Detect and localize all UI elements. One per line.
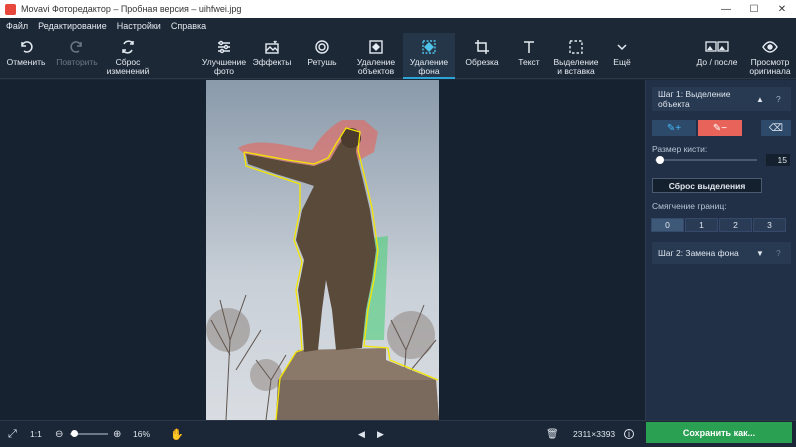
- edge-option-2[interactable]: 2: [719, 218, 752, 232]
- edge-option-3[interactable]: 3: [753, 218, 786, 232]
- undo-icon: [21, 41, 33, 53]
- photo-canvas[interactable]: [206, 80, 439, 420]
- brush-size-label: Размер кисти:: [652, 144, 708, 154]
- brush-minus-icon: ✎−: [712, 122, 728, 134]
- object-removal-label: Удаление объектов: [356, 57, 396, 76]
- title-bar: Movavi Фоторедактор – Пробная версия – u…: [0, 0, 796, 18]
- brush-size-input[interactable]: 15: [766, 154, 790, 166]
- zoom-out-icon[interactable]: ⊖: [55, 429, 63, 440]
- redo-button[interactable]: Повторить: [53, 33, 101, 79]
- edge-option-0[interactable]: 0: [651, 218, 684, 232]
- info-icon[interactable]: i: [624, 429, 634, 439]
- toolbar: Отменить Повторить Сброс изменений Улучш…: [0, 33, 796, 79]
- menu-edit[interactable]: Редактирование: [38, 21, 107, 31]
- redo-label: Повторить: [56, 57, 98, 67]
- menu-help[interactable]: Справка: [171, 21, 206, 31]
- crop-label: Обрезка: [465, 57, 499, 67]
- window-title: Movavi Фоторедактор – Пробная версия – u…: [21, 4, 242, 14]
- previous-image-icon[interactable]: ◀: [358, 429, 365, 440]
- reset-changes-button[interactable]: Сброс изменений: [103, 33, 153, 79]
- save-as-button[interactable]: Сохранить как...: [646, 422, 792, 443]
- minimize-icon: —: [721, 3, 731, 15]
- maximize-icon: ☐: [749, 3, 759, 15]
- chevron-down-icon: [617, 44, 627, 51]
- erase-brush-button[interactable]: ✎−: [698, 120, 742, 136]
- view-original-label: Просмотр оригинала: [749, 57, 791, 76]
- menu-file[interactable]: Файл: [6, 21, 28, 31]
- undo-label: Отменить: [6, 57, 46, 67]
- help-icon[interactable]: ?: [776, 248, 781, 258]
- retouch-label: Ретушь: [307, 57, 337, 67]
- selection-icon: [569, 40, 583, 54]
- reset-selection-button[interactable]: Сброс выделения: [652, 178, 762, 193]
- brush-size-slider[interactable]: [655, 159, 757, 161]
- eraser-button[interactable]: ⌫: [761, 120, 791, 136]
- undo-button[interactable]: Отменить: [4, 33, 48, 79]
- effects-icon: [265, 40, 279, 54]
- refresh-icon: [122, 40, 134, 54]
- keep-brush-button[interactable]: ✎+: [652, 120, 696, 136]
- background-removal-icon: [422, 40, 436, 54]
- text-button[interactable]: Текст: [507, 33, 551, 79]
- object-removal-button[interactable]: Удаление объектов: [350, 33, 402, 79]
- more-button[interactable]: Ещё: [604, 33, 640, 79]
- background-removal-button[interactable]: Удаление фона: [403, 33, 455, 79]
- step2-header[interactable]: Шаг 2: Замена фона ▼ ?: [652, 242, 791, 264]
- next-image-icon[interactable]: ▶: [377, 429, 384, 440]
- image-dimensions: 2311×3393: [573, 429, 616, 439]
- zoom-slider-thumb[interactable]: [70, 430, 78, 437]
- object-removal-icon: [369, 40, 383, 54]
- sliders-icon: [218, 40, 230, 54]
- actual-size-button[interactable]: 1:1: [30, 429, 42, 439]
- effects-label: Эффекты: [252, 57, 292, 67]
- text-label: Текст: [518, 57, 540, 67]
- app-logo-icon: [5, 3, 16, 15]
- expand-icon[interactable]: ▼: [756, 249, 764, 258]
- select-insert-button[interactable]: Выделение и вставка: [551, 33, 601, 79]
- retouch-button[interactable]: Ретушь: [300, 33, 344, 79]
- collapse-icon[interactable]: ▲: [756, 95, 764, 104]
- hand-tool-icon[interactable]: ✋: [170, 428, 184, 441]
- menu-settings[interactable]: Настройки: [117, 21, 161, 31]
- reset-changes-label: Сброс изменений: [106, 57, 150, 76]
- eye-icon: [762, 41, 778, 53]
- text-icon: [524, 41, 534, 53]
- brush-plus-icon: ✎+: [666, 122, 682, 134]
- crop-button[interactable]: Обрезка: [460, 33, 504, 79]
- crop-icon: [475, 40, 489, 54]
- enhance-photo-label: Улучшение фото: [201, 57, 247, 76]
- more-label: Ещё: [613, 57, 631, 67]
- fullscreen-icon[interactable]: ⤢: [8, 428, 17, 441]
- background-removal-label: Удаление фона: [409, 57, 449, 76]
- eraser-icon: ⌫: [768, 122, 784, 134]
- before-after-icon: [705, 41, 729, 52]
- close-icon: ✕: [777, 3, 787, 15]
- maximize-button[interactable]: ☐: [740, 0, 768, 18]
- retouch-icon: [315, 40, 329, 54]
- statue-photo: [206, 80, 439, 420]
- brush-size-slider-thumb[interactable]: [656, 156, 665, 164]
- step1-title: Шаг 1: Выделение объекта: [658, 89, 731, 109]
- minimize-button[interactable]: —: [712, 0, 740, 18]
- step2-title: Шаг 2: Замена фона: [658, 248, 739, 258]
- enhance-photo-button[interactable]: Улучшение фото: [198, 33, 250, 79]
- menu-bar: Файл Редактирование Настройки Справка: [0, 18, 796, 33]
- edge-option-1[interactable]: 1: [685, 218, 718, 232]
- help-icon[interactable]: ?: [776, 94, 781, 104]
- zoom-in-icon[interactable]: ⊕: [113, 429, 121, 440]
- step1-header[interactable]: Шаг 1: Выделение объекта ▲ ?: [652, 87, 791, 111]
- view-original-button[interactable]: Просмотр оригинала: [746, 33, 794, 79]
- trash-icon[interactable]: 🗑: [546, 429, 559, 440]
- before-after-button[interactable]: До / после: [688, 33, 746, 79]
- zoom-value: 16%: [133, 429, 151, 439]
- effects-button[interactable]: Эффекты: [250, 33, 294, 79]
- redo-icon: [70, 41, 82, 53]
- edge-smoothing-label: Смягчение границ:: [652, 201, 727, 211]
- background-removal-panel: Шаг 1: Выделение объекта ▲ ? ✎+ ✎− ⌫ Раз…: [645, 80, 796, 420]
- select-insert-label: Выделение и вставка: [553, 57, 599, 76]
- close-window-button[interactable]: ✕: [768, 0, 796, 18]
- before-after-label: До / после: [696, 57, 738, 67]
